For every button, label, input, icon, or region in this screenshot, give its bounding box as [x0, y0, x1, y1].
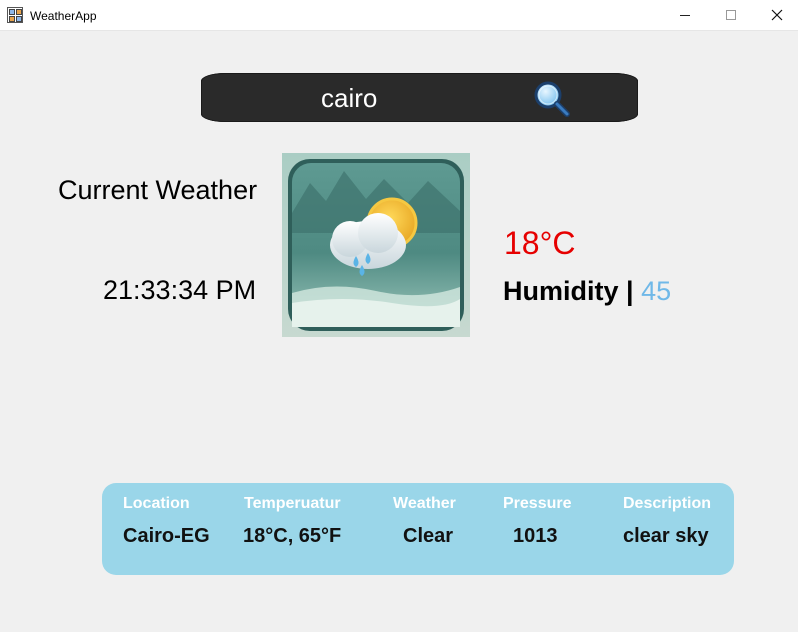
location-value: Cairo-EG: [123, 525, 210, 547]
minimize-icon: [680, 14, 690, 16]
maximize-icon: [726, 10, 736, 20]
humidity-row: Humidity | 45: [503, 276, 671, 307]
description-header: Description: [623, 495, 712, 512]
humidity-value: 45: [641, 276, 672, 306]
temperature-header: Temperuatur: [244, 495, 341, 512]
description-value: clear sky: [623, 525, 709, 547]
close-icon: [771, 9, 783, 21]
close-button[interactable]: [754, 0, 798, 30]
title-bar: WeatherApp: [0, 0, 798, 31]
humidity-label: Humidity: [503, 276, 619, 306]
location-header: Location: [123, 495, 190, 512]
weather-header: Weather: [393, 495, 456, 512]
current-weather-label: Current Weather: [58, 175, 258, 205]
current-time: 21:33:34 PM: [103, 275, 257, 305]
temperature-detail-value: 18°C, 65°F: [243, 525, 342, 547]
app-grid-icon: [7, 7, 23, 23]
temperature-value: 18°C: [504, 225, 576, 261]
pressure-header: Pressure: [503, 495, 572, 512]
cloud-sun-rain-icon: [282, 153, 470, 337]
window-title: WeatherApp: [30, 9, 97, 23]
search-bar: [201, 73, 638, 122]
pressure-value: 1013: [513, 525, 558, 547]
maximize-button[interactable]: [708, 0, 754, 30]
humidity-separator: |: [626, 276, 634, 306]
search-input[interactable]: [321, 83, 521, 113]
details-card: Location Temperuatur Weather Pressure De…: [102, 483, 734, 575]
search-icon[interactable]: [531, 78, 573, 120]
weather-value: Clear: [403, 525, 454, 547]
minimize-button[interactable]: [662, 0, 708, 30]
